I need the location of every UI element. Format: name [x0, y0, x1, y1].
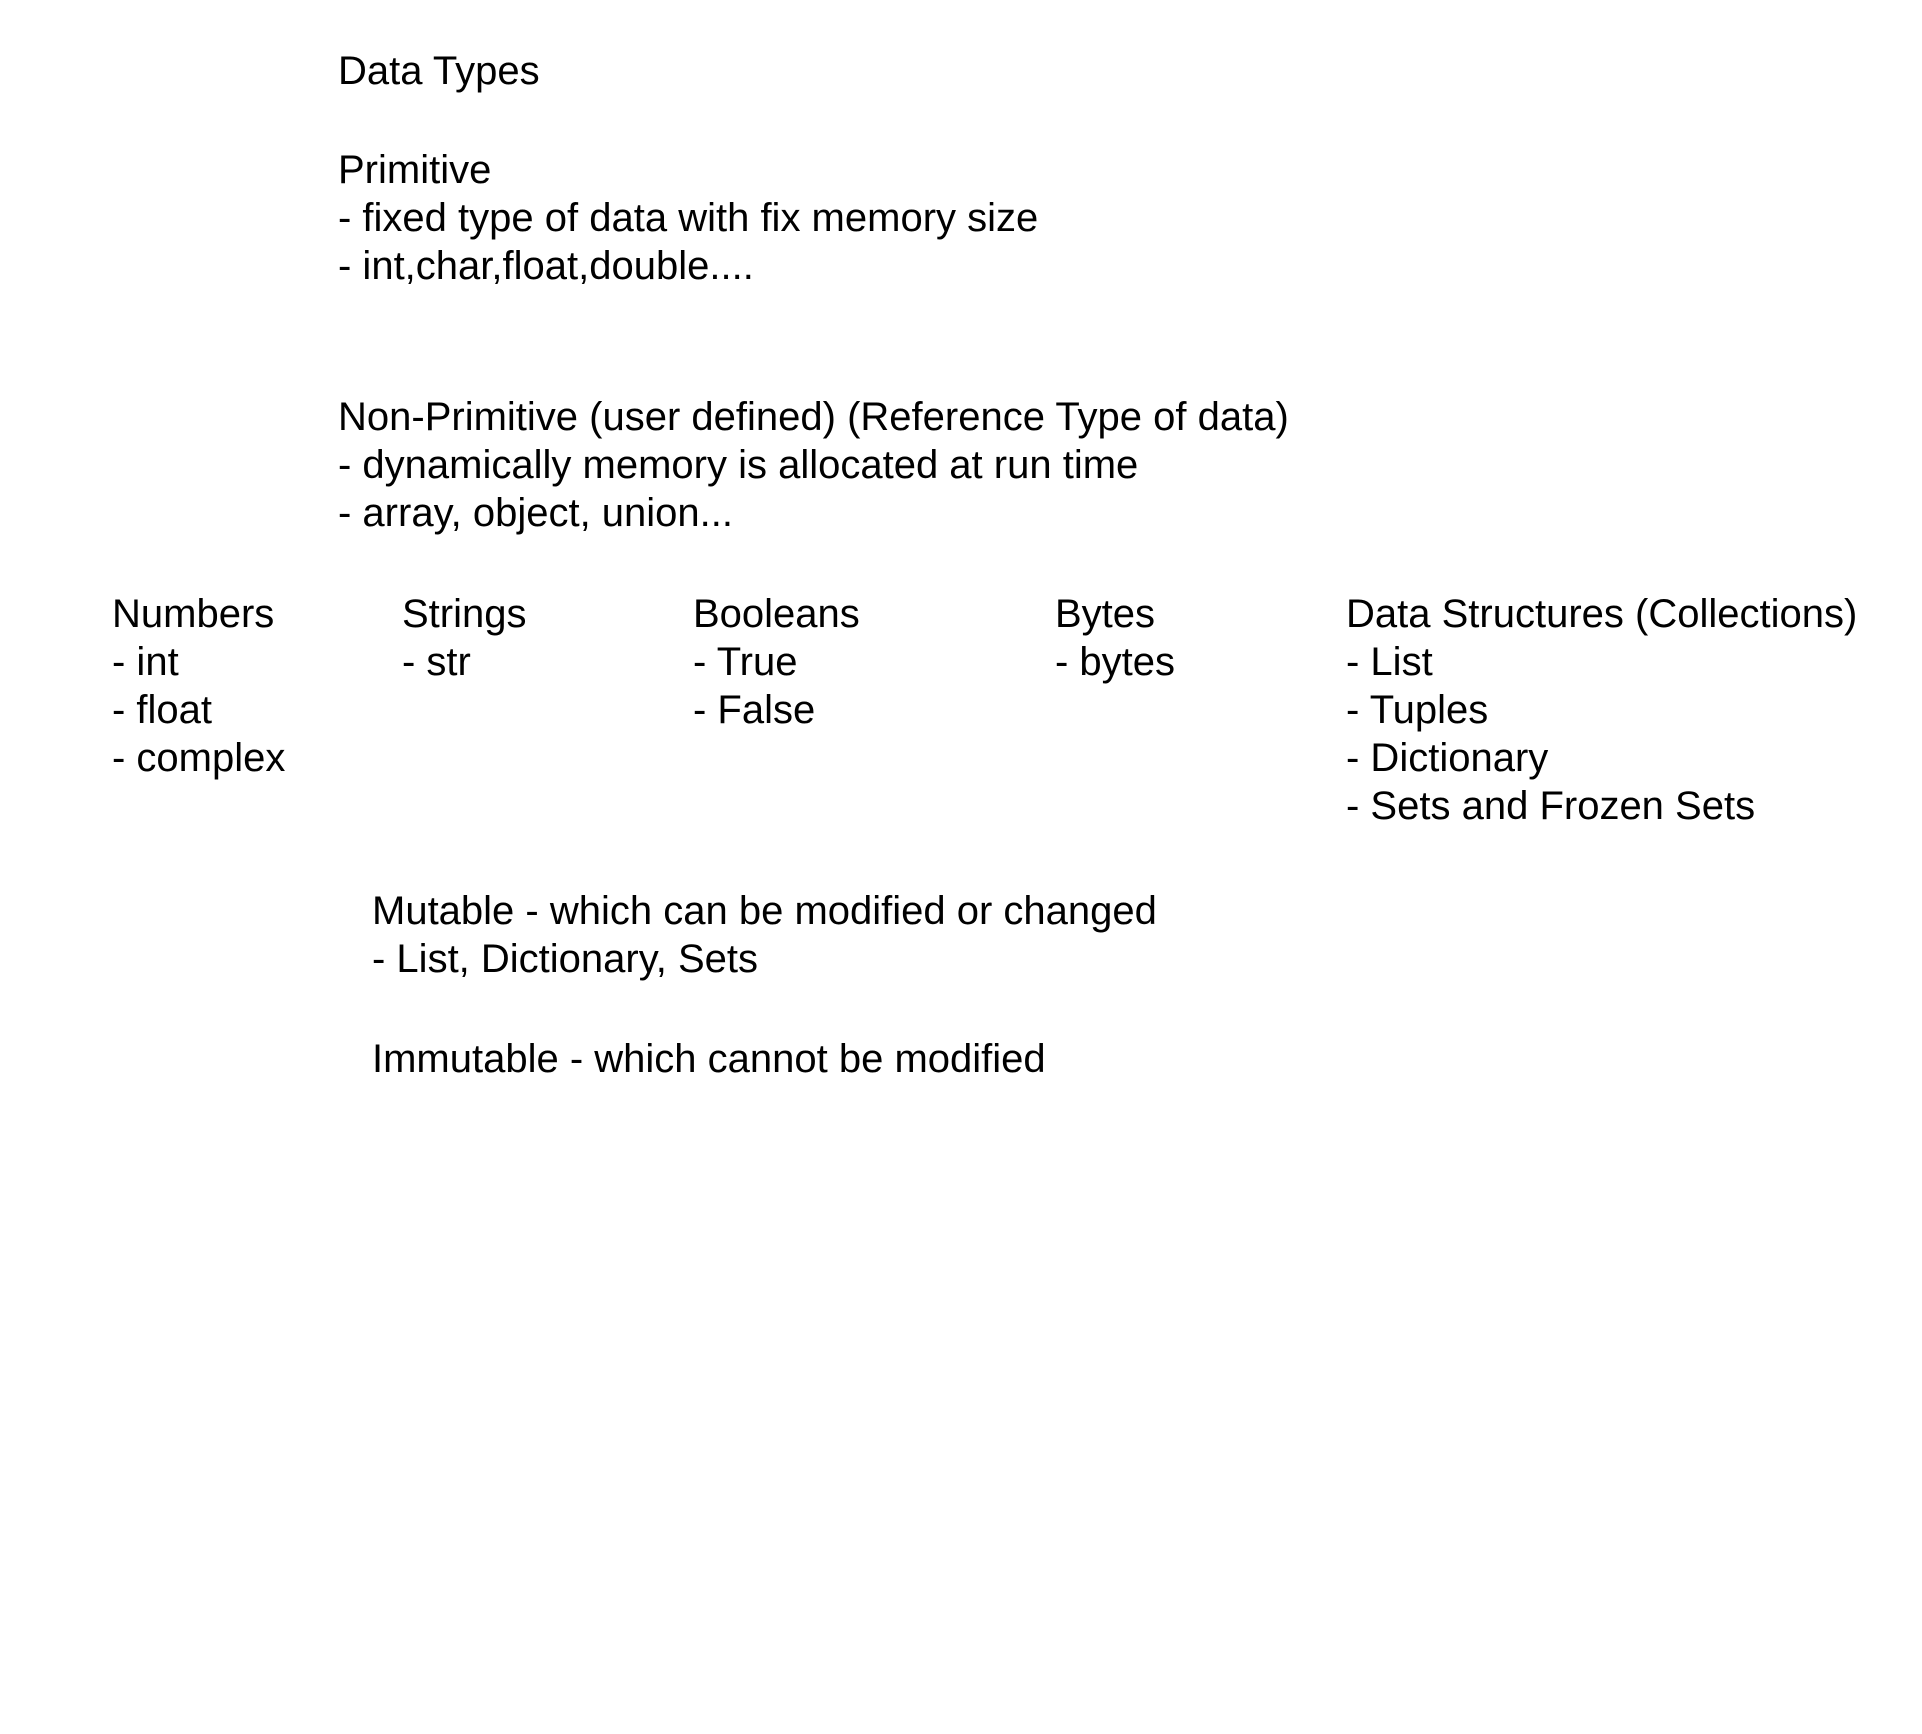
booleans-item: - False — [693, 688, 816, 732]
non-primitive-section: Non-Primitive (user defined) (Reference … — [338, 393, 1289, 537]
numbers-item: - complex — [112, 736, 286, 780]
bytes-item: - bytes — [1055, 640, 1176, 684]
non-primitive-point: - array, object, union... — [338, 491, 733, 535]
booleans-heading: Booleans — [693, 592, 860, 636]
mutable-heading: Mutable - which can be modified or chang… — [372, 889, 1157, 933]
numbers-heading: Numbers — [112, 592, 275, 636]
mutable-point: - List, Dictionary, Sets — [372, 937, 759, 981]
strings-column: Strings - str — [402, 590, 527, 686]
strings-heading: Strings — [402, 592, 527, 636]
page-title: Data Types — [338, 49, 540, 93]
booleans-item: - True — [693, 640, 798, 684]
bytes-column: Bytes - bytes — [1055, 590, 1175, 686]
non-primitive-point: - dynamically memory is allocated at run… — [338, 443, 1139, 487]
mutable-section: Mutable - which can be modified or chang… — [372, 887, 1157, 983]
document-page: Data Types Primitive - fixed type of dat… — [0, 0, 1922, 1734]
primitive-point: - int,char,float,double.... — [338, 244, 754, 288]
numbers-column: Numbers - int - float - complex — [112, 590, 285, 782]
data-structures-column: Data Structures (Collections) - List - T… — [1346, 590, 1857, 830]
data-structures-item: - Tuples — [1346, 688, 1489, 732]
data-structures-item: - List — [1346, 640, 1433, 684]
booleans-column: Booleans - True - False — [693, 590, 860, 734]
data-structures-item: - Dictionary — [1346, 736, 1549, 780]
data-structures-item: - Sets and Frozen Sets — [1346, 784, 1756, 828]
strings-item: - str — [402, 640, 471, 684]
primitive-heading: Primitive — [338, 148, 492, 192]
immutable-heading: Immutable - which cannot be modified — [372, 1037, 1046, 1081]
non-primitive-heading: Non-Primitive (user defined) (Reference … — [338, 395, 1289, 439]
primitive-point: - fixed type of data with fix memory siz… — [338, 196, 1039, 240]
numbers-item: - int — [112, 640, 179, 684]
data-structures-heading: Data Structures (Collections) — [1346, 592, 1858, 636]
numbers-item: - float — [112, 688, 213, 732]
primitive-section: Primitive - fixed type of data with fix … — [338, 146, 1038, 290]
bytes-heading: Bytes — [1055, 592, 1156, 636]
